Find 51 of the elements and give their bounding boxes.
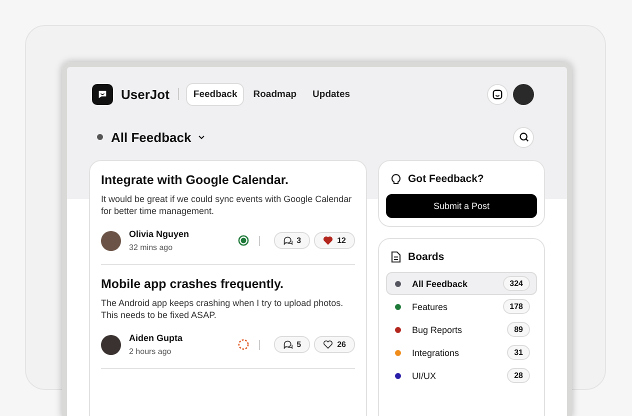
nav-tab[interactable]: Roadmap: [246, 82, 304, 106]
board-item[interactable]: Integrations 31: [386, 341, 537, 364]
post-time: 32 mins ago: [129, 243, 174, 252]
board-item[interactable]: UI/UX 28: [386, 364, 537, 387]
search-button[interactable]: [513, 126, 534, 148]
board-item[interactable]: Bug Reports 89: [386, 318, 537, 341]
board-count: 89: [507, 322, 530, 337]
board-count: 178: [502, 299, 530, 314]
author-name: Olivia Nguyen: [129, 229, 190, 239]
author-avatar: [101, 334, 121, 354]
board-name: UI/UX: [412, 370, 438, 380]
nav-tab[interactable]: Updates: [306, 82, 358, 106]
board-count: 31: [507, 345, 530, 360]
brand-name: UserJot: [121, 86, 170, 102]
comments-icon: [282, 340, 293, 349]
post-description: It would be great if we could sync events with Google Calendar for better time management.: [101, 193, 353, 217]
author-avatar: [101, 230, 121, 250]
board-dot-icon: [97, 134, 103, 140]
board-name: Integrations: [412, 348, 460, 358]
smiley-square-icon: [492, 88, 503, 100]
card-title: Boards: [408, 251, 444, 263]
vote-button[interactable]: 26: [314, 336, 355, 353]
user-avatar[interactable]: [513, 84, 534, 104]
heart-icon: [323, 236, 334, 245]
board-item[interactable]: Features 178: [386, 295, 537, 318]
board-count: 324: [502, 276, 530, 291]
post-description: The Android app keeps crashing when I try to upload photos. This needs to be fixed ASAP.: [101, 297, 344, 321]
board-filter-dropdown[interactable]: All Feedback: [103, 130, 206, 144]
support-button[interactable]: [487, 84, 508, 104]
comments-button[interactable]: 3: [274, 232, 310, 249]
board-item[interactable]: All Feedback 324: [386, 272, 537, 295]
lightbulb-icon: [391, 173, 401, 185]
nav-tab[interactable]: Feedback: [186, 82, 244, 106]
author-name: Aiden Gupta: [129, 333, 182, 343]
board-count: 28: [507, 368, 530, 383]
post-time: 2 hours ago: [129, 347, 172, 356]
board-name: Bug Reports: [412, 324, 464, 334]
chevron-down-icon: [198, 134, 206, 140]
card-title: Got Feedback?: [408, 173, 484, 185]
document-icon: [391, 251, 401, 263]
vote-button[interactable]: 12: [314, 232, 355, 249]
board-name: All Feedback: [412, 278, 469, 288]
heart-icon: [323, 340, 334, 349]
submit-post-button[interactable]: Submit a Post: [386, 194, 537, 218]
board-name: Features: [412, 302, 449, 312]
comments-icon: [282, 236, 293, 245]
post-title[interactable]: Mobile app crashes frequently.: [101, 277, 355, 291]
search-icon: [518, 132, 528, 142]
comments-button[interactable]: 5: [274, 336, 310, 353]
logo-icon: [92, 84, 113, 104]
post-title[interactable]: Integrate with Google Calendar.: [101, 173, 355, 187]
